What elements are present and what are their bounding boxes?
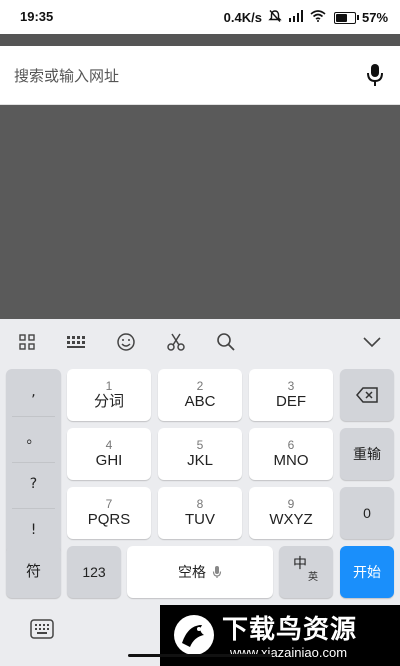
search-input[interactable] <box>12 62 356 90</box>
grid-button[interactable] <box>14 329 40 355</box>
reenter-label: 重输 <box>353 446 381 462</box>
bird-logo-icon <box>172 613 216 657</box>
backspace-icon <box>356 387 378 403</box>
punct-comma[interactable]: , <box>6 373 61 411</box>
space-label: 空格 <box>178 564 206 580</box>
symbols-button[interactable]: 符 <box>6 546 61 598</box>
switch-keyboard-button[interactable] <box>30 619 54 639</box>
keyboard-icon <box>30 619 54 639</box>
key-number: 6 <box>287 438 295 452</box>
key-label: 0 <box>363 505 371 521</box>
punct-question[interactable]: ? <box>6 465 61 503</box>
key-5[interactable]: 5 JKL <box>158 428 242 480</box>
key-number: 1 <box>105 379 113 393</box>
keyboard-search-button[interactable] <box>213 329 239 355</box>
key-number: 4 <box>105 438 113 452</box>
space-button[interactable]: 空格 <box>127 546 273 598</box>
key-label: MNO <box>273 452 309 469</box>
page-content-area <box>0 105 400 319</box>
key-4[interactable]: 4 GHI <box>67 428 151 480</box>
numeric-label: 123 <box>82 564 106 580</box>
key-number: 7 <box>105 497 113 511</box>
punctuation-column[interactable]: , 。 ? ! <box>6 369 61 555</box>
microphone-icon <box>212 566 222 578</box>
key-number: 3 <box>287 379 295 393</box>
scissors-icon <box>167 333 185 351</box>
punct-period[interactable]: 。 <box>6 419 61 457</box>
watermark-url: www.xiazainiao.com <box>230 645 348 660</box>
search-icon <box>217 333 235 351</box>
top-strip <box>0 34 400 46</box>
backspace-button[interactable] <box>340 369 394 421</box>
net-speed: 0.4K/s <box>223 10 262 25</box>
reenter-button[interactable]: 重输 <box>340 428 394 480</box>
lang-sub-label: 英 <box>308 571 318 583</box>
watermark-title: 下载鸟资源 <box>222 615 358 645</box>
keyboard-toolbar <box>0 319 400 365</box>
numeric-button[interactable]: 123 <box>67 546 121 598</box>
smile-icon <box>117 333 135 351</box>
key-label: TUV <box>185 511 215 528</box>
key-label: GHI <box>95 452 123 469</box>
key-label: DEF <box>276 393 306 410</box>
key-9[interactable]: 9 WXYZ <box>249 487 333 539</box>
emoji-button[interactable] <box>113 329 139 355</box>
battery-icon <box>333 11 359 24</box>
key-number: 9 <box>287 497 295 511</box>
key-label: JKL <box>187 452 213 469</box>
search-bar <box>0 46 400 105</box>
chevron-down-icon <box>363 337 381 348</box>
grid-icon <box>19 334 35 350</box>
key-6[interactable]: 6 MNO <box>249 428 333 480</box>
key-label: ABC <box>184 393 216 410</box>
key-1[interactable]: 1 分词 <box>67 369 151 421</box>
lang-main-label: 中 <box>293 554 307 571</box>
microphone-icon <box>367 64 383 86</box>
voice-search-button[interactable] <box>364 62 386 88</box>
divider <box>12 508 55 509</box>
mute-icon <box>268 9 282 26</box>
symbols-label: 符 <box>25 563 41 580</box>
divider <box>12 416 55 417</box>
key-number: 2 <box>196 379 204 393</box>
key-2[interactable]: 2 ABC <box>158 369 242 421</box>
clip-button[interactable] <box>163 329 189 355</box>
language-switch-button[interactable]: 中 英 <box>279 546 333 598</box>
key-7[interactable]: 7 PQRS <box>67 487 151 539</box>
go-label: 开始 <box>353 564 381 580</box>
key-3[interactable]: 3 DEF <box>249 369 333 421</box>
key-8[interactable]: 8 TUV <box>158 487 242 539</box>
go-button[interactable]: 开始 <box>340 546 394 598</box>
key-number: 5 <box>196 438 204 452</box>
key-number: 8 <box>196 497 204 511</box>
keyboard-layout-button[interactable] <box>63 329 89 355</box>
key-label: WXYZ <box>269 511 313 528</box>
wifi-icon <box>310 10 326 25</box>
status-bar: 19:35 0.4K/s 57% <box>0 0 400 34</box>
status-time: 19:35 <box>20 9 54 24</box>
signal-icon <box>288 10 304 25</box>
key-0[interactable]: 0 <box>340 487 394 539</box>
battery-level: 57% <box>361 10 388 25</box>
home-indicator <box>128 654 272 657</box>
status-icons: 0.4K/s 57% <box>224 9 388 26</box>
key-label: PQRS <box>87 511 131 528</box>
key-label: 分词 <box>93 393 124 410</box>
divider <box>12 462 55 463</box>
collapse-keyboard-button[interactable] <box>359 329 385 355</box>
keyboard-icon <box>67 336 85 348</box>
punct-exclaim[interactable]: ! <box>6 511 61 549</box>
